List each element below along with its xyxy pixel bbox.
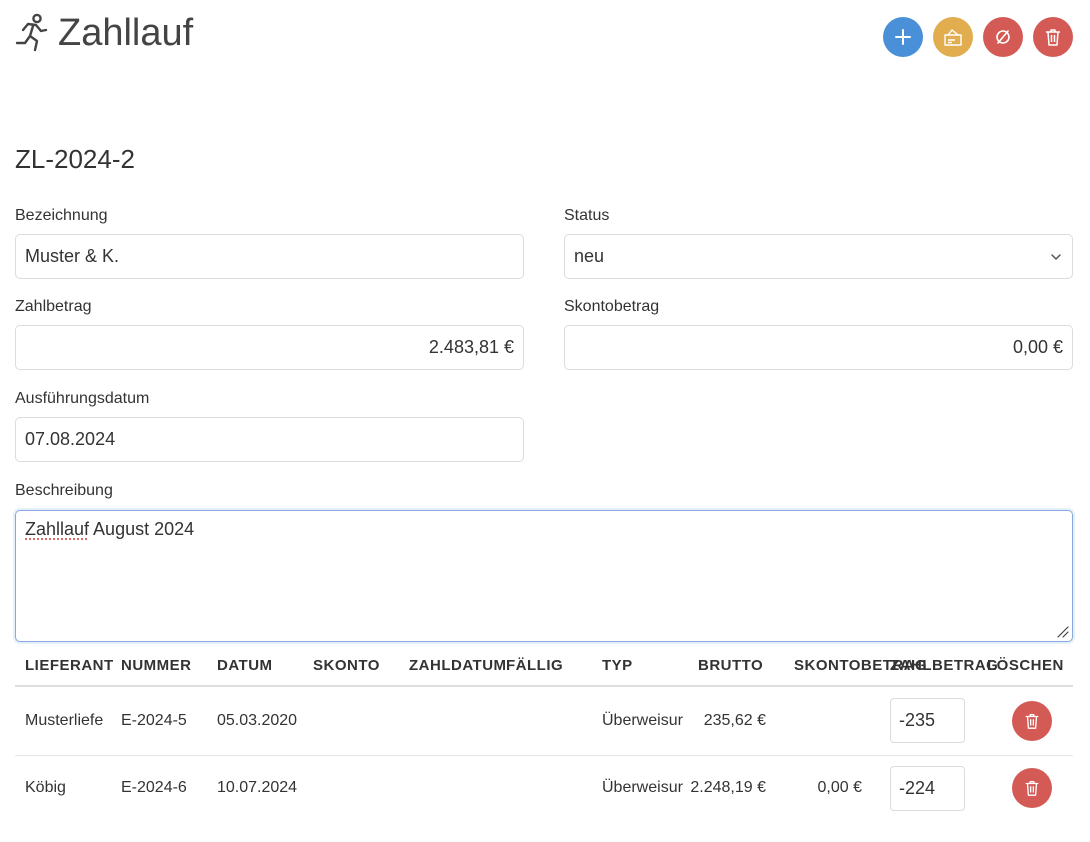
bank-transfer-icon (944, 29, 962, 46)
bezeichnung-label: Bezeichnung (15, 207, 108, 224)
skontobetrag-input[interactable]: 0,00 € (564, 325, 1073, 370)
beschreibung-text-rest: August 2024 (89, 519, 195, 539)
skontobetrag-field-group: Skontobetrag 0,00 € (564, 298, 1073, 370)
ausfuehrungsdatum-label: Ausführungsdatum (15, 390, 150, 407)
cell-lieferant: Köbig (25, 779, 66, 797)
beschreibung-text-word: Zahllauf (25, 519, 90, 539)
header-datum[interactable]: DATUM (207, 646, 303, 687)
record-id: ZL-2024-2 (15, 144, 135, 174)
cell-zahldatum (399, 755, 496, 821)
invoice-table: LIEFERANT NUMMER DATUM SKONTO ZAHLDATUM … (15, 646, 1073, 821)
zahlbetrag-field-group: Zahlbetrag 2.483,81 € (15, 298, 524, 370)
running-man-icon (15, 13, 48, 52)
export-button[interactable] (933, 17, 973, 57)
beschreibung-label: Beschreibung (15, 482, 113, 499)
header-zahldatum[interactable]: ZAHLDATUM (399, 646, 506, 687)
page-title: Zahllauf (58, 11, 194, 54)
empty-set-icon (996, 30, 1010, 44)
zahlbetrag-row-value: -224 (899, 777, 936, 798)
cell-datum: 05.03.2020 (207, 686, 303, 756)
cell-brutto: 2.248,19 € (690, 779, 766, 797)
cell-loeschen (977, 686, 1073, 756)
cancel-run-button[interactable] (983, 17, 1023, 57)
header-loeschen: LÖSCHEN (977, 646, 1073, 687)
header-zahlbetrag[interactable]: ZAHLBETRAG (880, 646, 998, 687)
chevron-down-icon (1051, 253, 1061, 260)
header-nummer[interactable]: NUMMER (111, 646, 207, 687)
status-select[interactable]: neu (564, 234, 1073, 279)
skontobetrag-label: Skontobetrag (564, 298, 660, 315)
trash-icon (1046, 29, 1060, 46)
cell-brutto: 235,62 € (688, 686, 784, 756)
header-skontobetrag[interactable]: SKONTOBETRAG (784, 646, 927, 687)
zahlbetrag-row-input[interactable]: -235 (890, 698, 965, 744)
cell-lieferant: Musterliefe (15, 686, 111, 756)
cell-loeschen (977, 755, 1073, 821)
table-row: Köbig E-2024-6 10.07.2024 Überweisur 2.2… (15, 755, 1073, 821)
header-skonto[interactable]: SKONTO (303, 646, 399, 687)
add-button[interactable] (883, 17, 923, 57)
trash-icon (1025, 713, 1039, 729)
delete-button[interactable] (1033, 17, 1073, 57)
status-value: neu (574, 246, 605, 266)
toolbar (883, 17, 1073, 57)
bezeichnung-input[interactable]: Muster & K. (15, 234, 524, 279)
header-faellig[interactable]: FÄLLIG (496, 646, 592, 687)
cell-nummer: E-2024-6 (121, 779, 187, 797)
header-brutto[interactable]: BRUTTO (688, 646, 784, 687)
beschreibung-textarea[interactable]: Zahllauf August 2024 (15, 510, 1073, 642)
cell-nummer: E-2024-5 (111, 686, 207, 756)
zahlbetrag-row-input[interactable]: -224 (890, 765, 965, 811)
ausfuehrungsdatum-field-group: Ausführungsdatum 07.08.2024 (15, 390, 524, 462)
cell-skontobetrag: 0,00 € (817, 779, 862, 797)
cell-skontobetrag (784, 686, 880, 756)
status-field-group: Status neu (564, 207, 1073, 279)
delete-row-button[interactable] (1012, 768, 1052, 809)
trash-icon (1025, 781, 1039, 797)
zahlbetrag-value: 2.483,81 € (428, 337, 514, 357)
header-lieferant[interactable]: LIEFERANT (15, 646, 113, 687)
cell-faellig (496, 686, 592, 756)
cell-faellig (496, 755, 592, 821)
zahlbetrag-label: Zahlbetrag (15, 298, 92, 315)
delete-row-button[interactable] (1012, 700, 1052, 741)
bezeichnung-value: Muster & K. (25, 246, 120, 266)
cell-datum: 10.07.2024 (217, 779, 298, 797)
ausfuehrungsdatum-input[interactable]: 07.08.2024 (15, 417, 524, 462)
zahlbetrag-input[interactable]: 2.483,81 € (15, 325, 524, 370)
cell-typ: Überweisur (602, 779, 683, 797)
skontobetrag-value: 0,00 € (1012, 337, 1063, 357)
cell-typ: Überweisur (592, 686, 688, 756)
plus-icon (895, 29, 911, 45)
table-row: Musterliefe E-2024-5 05.03.2020 Überweis… (15, 686, 1073, 756)
header-typ[interactable]: TYP (592, 646, 688, 687)
page-header: Zahllauf (14, 8, 193, 58)
resize-handle-icon[interactable] (1055, 624, 1069, 638)
zahlbetrag-row-value: -235 (899, 710, 936, 731)
beschreibung-field-group: Beschreibung (15, 482, 113, 509)
cell-zahlbetrag: -235 (880, 686, 977, 756)
cell-skonto (303, 686, 399, 756)
table-header-row: LIEFERANT NUMMER DATUM SKONTO ZAHLDATUM … (15, 646, 1073, 687)
cell-zahlbetrag: -224 (880, 755, 977, 821)
cell-zahldatum (399, 686, 496, 756)
cell-skonto (303, 755, 399, 821)
status-label: Status (564, 207, 610, 224)
ausfuehrungsdatum-value: 07.08.2024 (25, 429, 116, 449)
bezeichnung-field-group: Bezeichnung Muster & K. (15, 207, 524, 279)
